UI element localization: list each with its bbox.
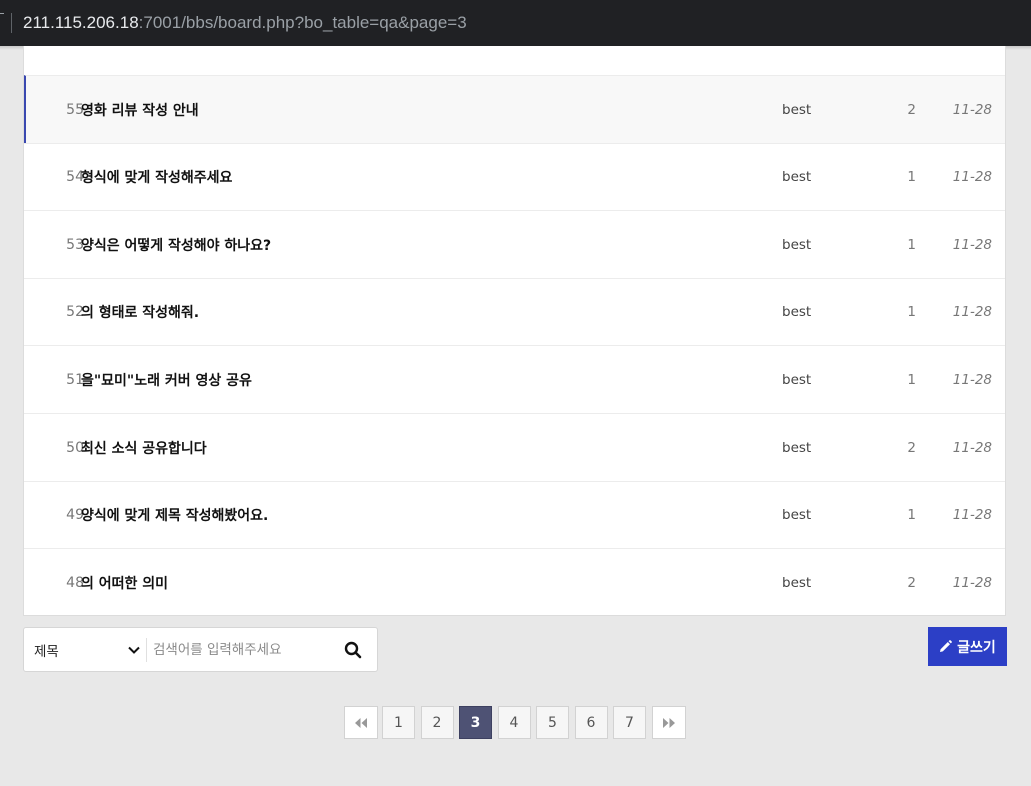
- write-button-label: 글쓰기: [957, 639, 996, 656]
- post-subject-link[interactable]: 영화 리뷰 작성 안내: [81, 76, 199, 143]
- url-path: :7001/bbs/board.php?bo_table=qa&page=3: [138, 13, 467, 32]
- post-author: best: [782, 439, 812, 456]
- table-row[interactable]: 48 의 어떠한 의미 best 2 11-28: [24, 548, 1005, 616]
- post-author: best: [782, 101, 812, 118]
- post-date: 11-28: [952, 236, 992, 253]
- page-link[interactable]: 6: [574, 706, 608, 739]
- table-row[interactable]: 53 양식은 어떻게 작성해야 하나요? best 1 11-28: [24, 210, 1005, 278]
- post-number: 51: [66, 371, 84, 388]
- page-link[interactable]: 7: [613, 706, 646, 739]
- browser-address-bar: 211.115.206.18:7001/bbs/board.php?bo_tab…: [0, 0, 1031, 46]
- post-number: 52: [66, 304, 84, 321]
- table-row[interactable]: 50 최신 소식 공유합니다 best 2 11-28: [24, 413, 1005, 481]
- table-row[interactable]: 52 의 형태로 작성해줘. best 1 11-28: [24, 277, 1005, 346]
- post-hits: 1: [907, 169, 916, 186]
- post-subject-link[interactable]: 양식은 어떻게 작성해야 하나요?: [81, 211, 271, 278]
- post-author: best: [782, 371, 812, 388]
- post-date: 11-28: [952, 169, 992, 186]
- page-link[interactable]: 1: [382, 706, 415, 739]
- post-subject-link[interactable]: 의 어떠한 의미: [81, 549, 168, 616]
- table-row[interactable]: 54 형식에 맞게 작성해주세요 best 1 11-28: [24, 142, 1005, 211]
- search-input[interactable]: [153, 634, 333, 665]
- post-subject-link[interactable]: 의 형태로 작성해줘.: [81, 279, 199, 346]
- search-form: 제목: [23, 627, 378, 672]
- search-field-select[interactable]: 제목: [24, 628, 147, 671]
- post-author: best: [782, 304, 812, 321]
- post-date: 11-28: [952, 304, 992, 321]
- post-subject-link[interactable]: 양식에 맞게 제목 작성해봤어요.: [81, 482, 268, 549]
- board-list: 55 영화 리뷰 작성 안내 best 2 11-28 54 형식에 맞게 작성해주세요 be…: [23, 46, 1006, 616]
- post-number: 53: [66, 236, 84, 253]
- search-divider: [146, 638, 147, 662]
- post-author: best: [782, 169, 812, 186]
- url-host: 211.115.206.18: [23, 13, 139, 32]
- post-number: 55: [66, 101, 84, 118]
- search-button[interactable]: [341, 638, 365, 662]
- post-date: 11-28: [952, 507, 992, 524]
- page-link[interactable]: 2: [420, 706, 454, 739]
- tab-edge: [0, 13, 4, 33]
- table-row[interactable]: 55 영화 리뷰 작성 안내 best 2 11-28: [24, 75, 1005, 143]
- post-date: 11-28: [952, 371, 992, 388]
- double-chevron-right-icon: [663, 717, 675, 728]
- chevron-down-icon: [128, 646, 140, 654]
- post-number: 50: [66, 439, 84, 456]
- last-page-button[interactable]: [652, 706, 686, 739]
- post-date: 11-28: [952, 574, 992, 591]
- post-hits: 1: [907, 507, 916, 524]
- post-subject-link[interactable]: 형식에 맞게 작성해주세요: [81, 144, 232, 211]
- post-hits: 2: [907, 439, 916, 456]
- post-number: 49: [66, 507, 84, 524]
- double-chevron-left-icon: [355, 717, 367, 728]
- post-author: best: [782, 236, 812, 253]
- search-icon: [344, 641, 362, 659]
- post-date: 11-28: [952, 101, 992, 118]
- page-link[interactable]: 5: [536, 706, 569, 739]
- post-hits: 1: [907, 304, 916, 321]
- write-button[interactable]: 글쓰기: [928, 627, 1007, 666]
- pencil-icon: [940, 640, 953, 652]
- post-author: best: [782, 574, 812, 591]
- post-subject-link[interactable]: 을"묘미"노래 커버 영상 공유: [81, 346, 252, 413]
- post-number: 54: [66, 169, 84, 186]
- search-field-value: 제목: [34, 643, 59, 660]
- page-link[interactable]: 4: [497, 706, 531, 739]
- post-author: best: [782, 507, 812, 524]
- address-bar-separator: [11, 13, 12, 33]
- post-hits: 1: [907, 371, 916, 388]
- table-row[interactable]: 49 양식에 맞게 제목 작성해봤어요. best 1 11-28: [24, 480, 1005, 549]
- post-subject-link[interactable]: 최신 소식 공유합니다: [81, 414, 207, 481]
- post-hits: 2: [907, 574, 916, 591]
- post-number: 48: [66, 574, 84, 591]
- url-field[interactable]: 211.115.206.18:7001/bbs/board.php?bo_tab…: [23, 13, 467, 33]
- post-date: 11-28: [952, 439, 992, 456]
- table-row[interactable]: 51 을"묘미"노래 커버 영상 공유 best 1 11-28: [24, 345, 1005, 413]
- current-page[interactable]: 3: [459, 706, 492, 739]
- post-hits: 2: [907, 101, 916, 118]
- first-page-button[interactable]: [344, 706, 378, 739]
- post-hits: 1: [907, 236, 916, 253]
